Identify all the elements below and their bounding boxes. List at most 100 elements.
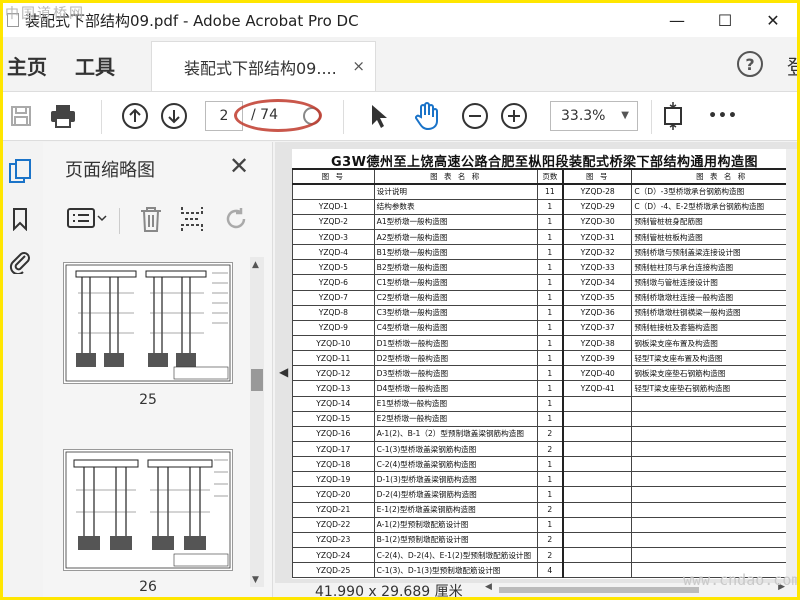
next-page-icon[interactable] [158, 100, 190, 132]
watermark-bottom: www.cndao.com [683, 571, 797, 589]
table-cell: B-1(2)型预制墩配筋设计图 [373, 531, 538, 549]
table-row: YZQD-10 D1型桥墩一般构造图 1 YZQD-38 钢板梁支座布置及构造图 [292, 335, 797, 352]
more-tools-icon[interactable]: ••• [707, 100, 739, 132]
table-cell: YZQD-36 [562, 304, 633, 321]
table-cell: D1型桥墩一般构造图 [373, 335, 538, 352]
table-cell [562, 410, 633, 427]
table-cell [631, 501, 797, 518]
table-cell: 1 [536, 319, 565, 337]
table-cell: D-2(4)型桥墩盖梁钢筋构造图 [373, 486, 538, 503]
table-cell: YZQD-4 [292, 244, 375, 261]
table-cell: YZQD-40 [562, 365, 633, 382]
document-scrollbar[interactable] [786, 149, 797, 579]
pdf-page: G3W德州至上饶高速公路合肥至枞阳段装配式桥梁下部结构通用构造图 图 号 图 表… [292, 149, 797, 579]
table-cell: YZQD-11 [292, 350, 375, 367]
thumbnail-toolbar [43, 200, 273, 240]
hand-tool-icon[interactable] [411, 100, 443, 132]
table-cell: YZQD-19 [292, 471, 375, 488]
table-row: YZQD-3 A2型桥墩一般构造图 1 YZQD-31 预制管桩桩板构造图 [292, 229, 797, 246]
scroll-down-icon[interactable]: ▼ [252, 575, 259, 585]
minimize-button[interactable]: — [653, 3, 701, 37]
table-cell: D3型桥墩一般构造图 [373, 365, 538, 382]
thumbnail-scrollbar[interactable]: ▲ ▼ [250, 257, 264, 587]
table-cell [631, 395, 797, 412]
table-cell [631, 531, 797, 549]
table-row: YZQD-23 B-1(2)型预制墩配筋设计图 2 [292, 531, 797, 549]
zoom-level-select[interactable]: 33.3% ▼ [550, 101, 638, 131]
tab-document[interactable]: 装配式下部结构09.... × [151, 41, 376, 91]
table-row: YZQD-17 C-1(3)型桥墩盖梁钢筋构造图 2 [292, 441, 797, 458]
rotate-page-icon[interactable] [223, 206, 249, 236]
table-cell: C-1(3)型桥墩盖梁钢筋构造图 [373, 441, 538, 458]
table-cell [562, 395, 633, 412]
table-cell: B2型桥墩一般构造图 [373, 259, 538, 276]
table-cell: E-1(2)型桥墩盖梁钢筋构造图 [373, 501, 538, 518]
table-cell: C1型桥墩一般构造图 [373, 274, 538, 291]
scroll-up-icon[interactable]: ▲ [252, 260, 259, 270]
table-cell: YZQD-13 [292, 380, 375, 397]
table-cell: D-1(3)型桥墩盖梁钢筋构造图 [373, 471, 538, 488]
maximize-button[interactable]: ☐ [701, 3, 749, 37]
page-thumbnails-icon[interactable] [7, 158, 33, 184]
zoom-in-icon[interactable] [498, 100, 530, 132]
table-cell: YZQD-20 [292, 486, 375, 503]
options-menu-icon[interactable] [67, 206, 107, 234]
table-row: YZQD-5 B2型桥墩一般构造图 1 YZQD-33 预制桩柱顶与承台连接构造图 [292, 259, 797, 276]
fit-page-icon[interactable] [657, 100, 689, 132]
thumbnails-panel: 页面缩略图 ✕ 25 26 ▲ ▼ [43, 142, 273, 597]
table-cell: YZQD-31 [562, 229, 633, 246]
table-cell [562, 547, 633, 564]
help-icon[interactable]: ? [737, 51, 763, 77]
print-icon[interactable] [47, 100, 79, 132]
scrollbar-thumb[interactable] [251, 369, 263, 391]
page-thumbnail[interactable] [63, 262, 233, 384]
page-thumbnail[interactable] [63, 449, 233, 571]
collapse-panel-icon[interactable]: ◀ [279, 365, 288, 379]
table-cell: B1型桥墩一般构造图 [373, 244, 538, 261]
table-cell: A2型桥墩一般构造图 [373, 229, 538, 246]
close-panel-icon[interactable]: ✕ [229, 152, 249, 180]
table-row: YZQD-9 C4型桥墩一般构造图 1 YZQD-37 预制桩接桩及套箍构造图 [292, 319, 797, 337]
table-cell: E1型桥墩一般构造图 [373, 395, 538, 412]
select-cursor-icon[interactable] [363, 100, 395, 132]
tab-home[interactable]: 主页 [7, 51, 47, 80]
sign-in-link[interactable]: 登 [787, 51, 797, 80]
close-window-button[interactable]: ✕ [749, 3, 797, 37]
panel-title: 页面缩略图 [65, 160, 155, 181]
table-cell: 1 [536, 198, 565, 215]
scrollbar-thumb[interactable] [499, 587, 699, 593]
table-cell: YZQD-33 [562, 259, 633, 276]
table-cell: C（D）-4、E-2型桥墩承台钢筋构造图 [631, 198, 797, 215]
tab-tools[interactable]: 工具 [75, 51, 115, 80]
column-header: 图 号 [292, 167, 375, 186]
table-cell [562, 531, 633, 549]
table-cell: YZQD-16 [292, 425, 375, 443]
scroll-left-icon[interactable]: ◀ [485, 582, 492, 592]
attachment-icon[interactable] [7, 248, 33, 274]
table-cell: 2 [536, 531, 565, 549]
drawing-index-table: 图 号 图 表 名 称 页数 图 号 图 表 名 称 设计说明 11 YZQD-28… [292, 167, 797, 579]
previous-page-icon[interactable] [119, 100, 151, 132]
table-cell [562, 456, 633, 473]
table-cell: YZQD-41 [562, 380, 633, 397]
table-cell: 1 [536, 486, 565, 503]
table-cell [631, 441, 797, 458]
delete-page-icon[interactable] [139, 205, 163, 237]
extract-pages-icon[interactable] [179, 205, 205, 237]
table-cell [631, 486, 797, 503]
page-size-label: 41.990 x 29.689 厘米 [315, 584, 463, 597]
table-cell: YZQD-5 [292, 259, 375, 276]
table-cell: C2型桥墩一般构造图 [373, 289, 538, 306]
close-tab-icon[interactable]: × [352, 57, 365, 75]
zoom-out-icon[interactable] [459, 100, 491, 132]
table-cell: 预制桩柱顶与承台连接构造图 [631, 259, 797, 276]
annotation-ellipse [234, 99, 322, 132]
table-row: YZQD-6 C1型桥墩一般构造图 1 YZQD-34 预制墩与管桩连接设计图 [292, 274, 797, 291]
table-row: YZQD-21 E-1(2)型桥墩盖梁钢筋构造图 2 [292, 501, 797, 518]
table-cell: 2 [536, 547, 565, 564]
bookmark-icon[interactable] [7, 206, 33, 232]
save-icon[interactable] [5, 100, 37, 132]
table-cell: YZQD-25 [292, 562, 375, 579]
table-header-row: 图 号 图 表 名 称 页数 图 号 图 表 名 称 [292, 167, 797, 186]
table-cell: YZQD-21 [292, 501, 375, 518]
